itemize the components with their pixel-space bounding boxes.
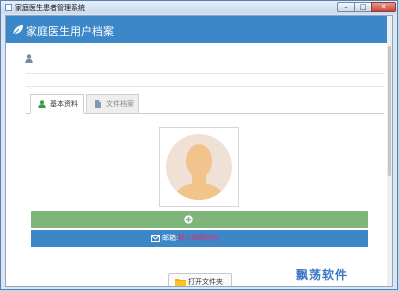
- open-folder-button[interactable]: 打开文件夹: [168, 273, 232, 286]
- tab-file-records[interactable]: 文件档案: [86, 94, 139, 114]
- leaf-icon: [12, 25, 23, 36]
- scrollbar-thumb[interactable]: [388, 46, 391, 176]
- tab-basic-info[interactable]: 基本资料: [30, 94, 84, 114]
- minimize-button[interactable]: –: [337, 2, 355, 12]
- user-icon: [25, 54, 33, 63]
- email-bar: 邮箱:: [31, 230, 368, 247]
- person-avatar: [166, 134, 232, 200]
- close-button[interactable]: ✕: [371, 2, 396, 12]
- file-icon: [95, 100, 101, 108]
- plus-circle-icon: [184, 215, 193, 224]
- avatar[interactable]: [159, 127, 239, 207]
- add-button[interactable]: [31, 211, 368, 228]
- tab-label: 基本资料: [50, 100, 78, 108]
- watermark-logo: 飘荡软件: [296, 268, 349, 282]
- client-area: 家庭医生用户档案 基本资料 文件档案 邮箱: 输入邮箱地址 打开文件夹: [5, 15, 393, 287]
- email-input[interactable]: [177, 232, 267, 244]
- divider: [26, 73, 384, 74]
- open-folder-label: 打开文件夹: [188, 278, 223, 286]
- email-label: 邮箱:: [162, 234, 179, 242]
- folder-icon: [175, 279, 186, 286]
- window-title: 家庭医生患者管理系统: [15, 4, 85, 12]
- app-icon: [5, 4, 12, 11]
- title-bar[interactable]: 家庭医生患者管理系统 – □ ✕: [1, 1, 397, 14]
- tab-label: 文件档案: [106, 100, 134, 108]
- user-icon: [38, 100, 46, 108]
- app-window: 家庭医生患者管理系统 – □ ✕ 家庭医生用户档案 基本资料 文件档案 邮箱: …: [0, 0, 398, 290]
- page-title: 家庭医生用户档案: [26, 25, 114, 38]
- header-bar: 家庭医生用户档案: [6, 16, 387, 43]
- maximize-button[interactable]: □: [354, 2, 372, 12]
- divider: [26, 86, 384, 87]
- vertical-scrollbar[interactable]: [387, 16, 392, 286]
- envelope-icon: [151, 235, 160, 242]
